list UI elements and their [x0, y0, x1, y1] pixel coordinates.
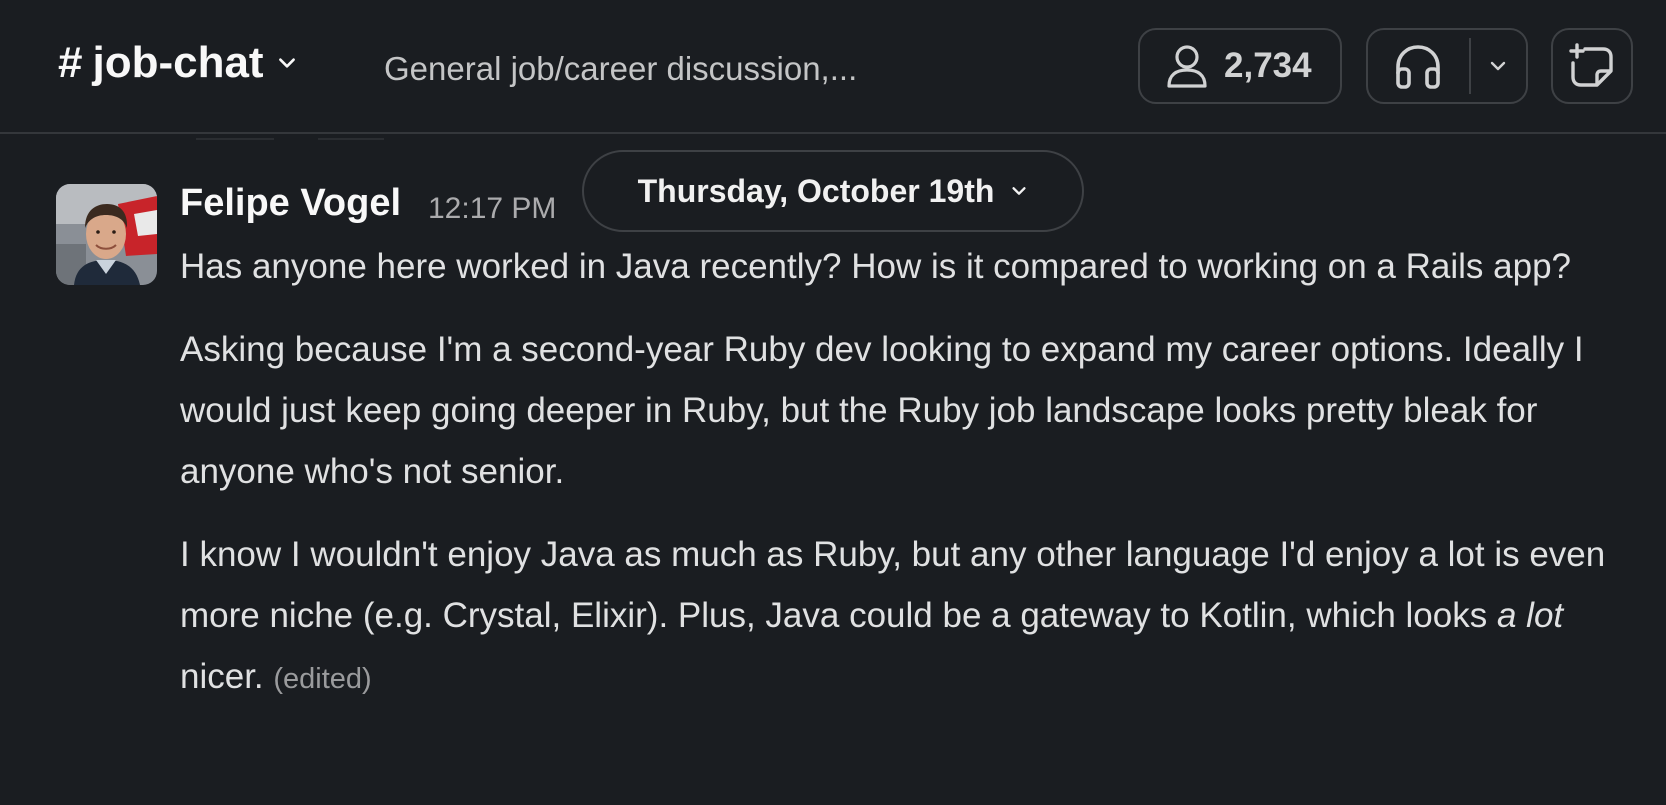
new-canvas-button[interactable]: [1551, 28, 1633, 104]
headphones-icon: [1396, 45, 1441, 89]
message-paragraph: Asking because I'm a second-year Ruby de…: [180, 330, 1584, 491]
edited-label: (edited): [273, 663, 372, 695]
channel-title: job-chat: [92, 38, 264, 87]
user-photo: [56, 184, 157, 285]
message-paragraph-tail: nicer.: [180, 657, 264, 696]
new-canvas-icon: [1569, 43, 1613, 87]
channel-name-button[interactable]: # job-chat: [58, 38, 298, 88]
header-shadow-tab: [196, 134, 274, 140]
huddle-button[interactable]: [1368, 30, 1469, 102]
header-shadow-tab: [318, 134, 384, 140]
avatar[interactable]: [56, 184, 157, 285]
message-paragraph: I know I wouldn't enjoy Java as much as …: [180, 524, 1620, 710]
message-sender[interactable]: Felipe Vogel: [180, 182, 401, 225]
person-icon: [1167, 45, 1207, 88]
chevron-down-icon: [1012, 187, 1026, 195]
date-divider-button[interactable]: Thursday, October 19th: [582, 150, 1084, 232]
message-paragraph: Has anyone here worked in Java recently?…: [180, 247, 1571, 286]
date-divider-label: Thursday, October 19th: [637, 172, 995, 209]
chevron-down-icon: [278, 58, 295, 68]
channel-hash: #: [58, 38, 83, 87]
huddle-button-group: [1366, 28, 1528, 104]
message-paragraph-text: I know I wouldn't enjoy Java as much as …: [180, 535, 1606, 635]
channel-header: # job-chat General job/career discussion…: [0, 0, 1666, 134]
channel-topic[interactable]: General job/career discussion,...: [384, 50, 857, 88]
message-emphasis: a lot: [1496, 596, 1564, 635]
message-body: Has anyone here worked in Java recently?…: [180, 236, 1620, 732]
message-timestamp[interactable]: 12:17 PM: [428, 192, 556, 226]
chevron-down-icon: [1491, 61, 1506, 71]
members-button[interactable]: 2,734: [1138, 28, 1342, 104]
member-count: 2,734: [1224, 46, 1312, 85]
huddle-menu-button[interactable]: [1471, 30, 1526, 102]
